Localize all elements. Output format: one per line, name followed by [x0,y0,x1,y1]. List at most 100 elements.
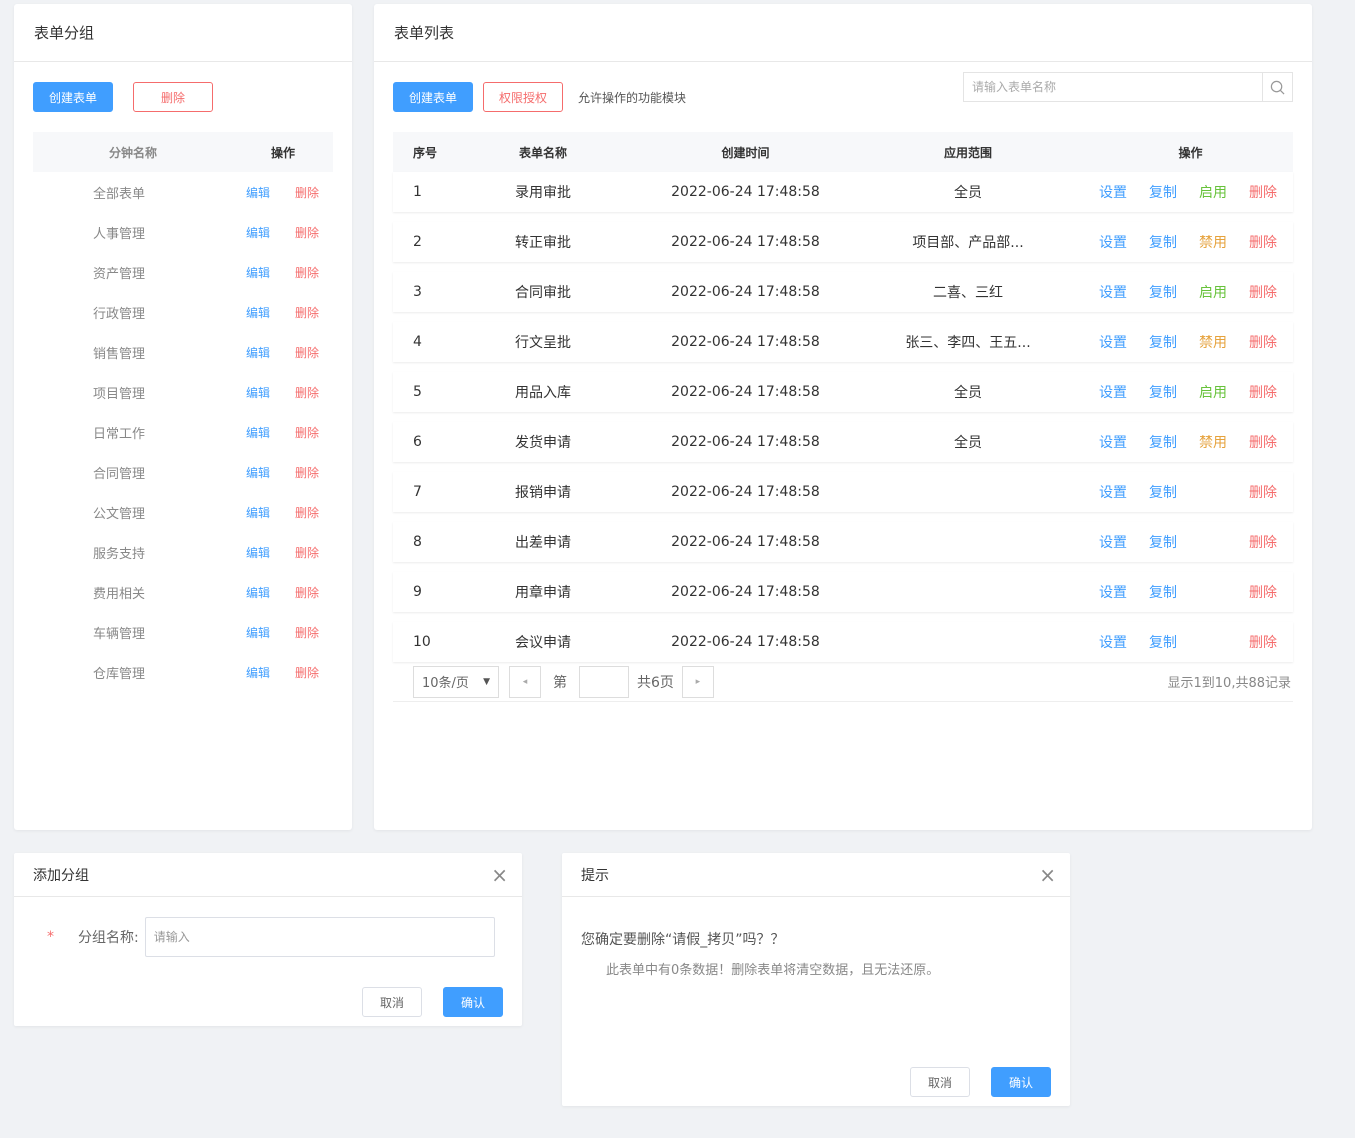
delete-link[interactable]: 删除 [1238,282,1288,302]
group-row[interactable]: 销售管理 编辑 删除 [33,332,333,372]
next-page-button[interactable]: ▸ [681,665,714,698]
toggle-link[interactable] [1188,532,1238,552]
group-ops: 编辑 删除 [233,544,333,561]
edit-link[interactable]: 编辑 [246,624,270,641]
set-link[interactable]: 设置 [1088,532,1138,552]
copy-link[interactable]: 复制 [1138,532,1188,552]
delete-link[interactable]: 删除 [1238,332,1288,352]
group-row[interactable]: 公文管理 编辑 删除 [33,492,333,532]
delete-link[interactable]: 删除 [295,584,319,601]
cancel-button[interactable]: 取消 [910,1067,970,1097]
toggle-link[interactable]: 启用 [1188,182,1238,202]
edit-link[interactable]: 编辑 [246,184,270,201]
delete-link[interactable]: 删除 [295,344,319,361]
delete-link[interactable]: 删除 [1238,632,1288,652]
auth-button[interactable]: 权限授权 [483,82,563,112]
delete-link[interactable]: 删除 [1238,432,1288,452]
page-size-select[interactable]: 10条/页 ▼ [413,665,499,698]
copy-link[interactable]: 复制 [1138,632,1188,652]
copy-link[interactable]: 复制 [1138,332,1188,352]
search-input[interactable] [964,73,1262,101]
edit-link[interactable]: 编辑 [246,424,270,441]
delete-link[interactable]: 删除 [295,384,319,401]
toggle-link[interactable]: 禁用 [1188,332,1238,352]
delete-link[interactable]: 删除 [295,224,319,241]
edit-link[interactable]: 编辑 [246,384,270,401]
delete-group-button[interactable]: 删除 [133,82,213,112]
edit-link[interactable]: 编辑 [246,304,270,321]
delete-link[interactable]: 删除 [295,464,319,481]
edit-link[interactable]: 编辑 [246,664,270,681]
delete-link[interactable]: 删除 [1238,232,1288,252]
group-row[interactable]: 车辆管理 编辑 删除 [33,612,333,652]
delete-link[interactable]: 删除 [295,304,319,321]
delete-link[interactable]: 删除 [295,544,319,561]
group-row[interactable]: 服务支持 编辑 删除 [33,532,333,572]
group-row[interactable]: 项目管理 编辑 删除 [33,372,333,412]
group-name: 费用相关 [93,586,146,602]
edit-link[interactable]: 编辑 [246,344,270,361]
set-link[interactable]: 设置 [1088,182,1138,202]
delete-link[interactable]: 删除 [295,184,319,201]
confirm-button[interactable]: 确认 [991,1067,1051,1097]
copy-link[interactable]: 复制 [1138,432,1188,452]
set-link[interactable]: 设置 [1088,382,1138,402]
copy-link[interactable]: 复制 [1138,282,1188,302]
group-row[interactable]: 人事管理 编辑 删除 [33,212,333,252]
set-link[interactable]: 设置 [1088,632,1138,652]
set-link[interactable]: 设置 [1088,482,1138,502]
group-name-input[interactable] [144,917,495,957]
cancel-button[interactable]: 取消 [362,987,422,1017]
toggle-link[interactable]: 启用 [1188,382,1238,402]
search-button[interactable] [1262,73,1292,101]
delete-link[interactable]: 删除 [295,424,319,441]
page-number-input[interactable] [579,665,629,698]
set-link[interactable]: 设置 [1088,232,1138,252]
toggle-link[interactable] [1188,482,1238,502]
copy-link[interactable]: 复制 [1138,482,1188,502]
set-link[interactable]: 设置 [1088,332,1138,352]
copy-link[interactable]: 复制 [1138,232,1188,252]
group-row[interactable]: 费用相关 编辑 删除 [33,572,333,612]
edit-link[interactable]: 编辑 [246,504,270,521]
create-form-button[interactable]: 创建表单 [33,82,113,112]
delete-link[interactable]: 删除 [1238,582,1288,602]
edit-link[interactable]: 编辑 [246,464,270,481]
group-row[interactable]: 合同管理 编辑 删除 [33,452,333,492]
toggle-link[interactable]: 启用 [1188,282,1238,302]
close-icon[interactable]: × [491,865,508,885]
edit-link[interactable]: 编辑 [246,544,270,561]
confirm-button[interactable]: 确认 [443,987,503,1017]
delete-link[interactable]: 删除 [295,504,319,521]
delete-link[interactable]: 删除 [295,624,319,641]
group-row[interactable]: 行政管理 编辑 删除 [33,292,333,332]
group-row[interactable]: 资产管理 编辑 删除 [33,252,333,292]
delete-link[interactable]: 删除 [1238,382,1288,402]
toggle-link[interactable] [1188,582,1238,602]
group-name-label: 分组名称: [78,930,139,946]
edit-link[interactable]: 编辑 [246,584,270,601]
prev-page-button[interactable]: ◂ [509,665,541,698]
copy-link[interactable]: 复制 [1138,382,1188,402]
group-row[interactable]: 日常工作 编辑 删除 [33,412,333,452]
set-link[interactable]: 设置 [1088,582,1138,602]
delete-link[interactable]: 删除 [295,264,319,281]
close-icon[interactable]: × [1039,865,1056,885]
edit-link[interactable]: 编辑 [246,224,270,241]
edit-link[interactable]: 编辑 [246,264,270,281]
group-row[interactable]: 全部表单 编辑 删除 [33,172,333,212]
create-form-button[interactable]: 创建表单 [393,82,473,112]
set-link[interactable]: 设置 [1088,432,1138,452]
delete-link[interactable]: 删除 [295,664,319,681]
toggle-link[interactable]: 禁用 [1188,232,1238,252]
group-row[interactable]: 仓库管理 编辑 删除 [33,652,333,692]
copy-link[interactable]: 复制 [1138,182,1188,202]
row-scope: 项目部、产品部... [912,235,1024,251]
delete-link[interactable]: 删除 [1238,182,1288,202]
delete-link[interactable]: 删除 [1238,482,1288,502]
set-link[interactable]: 设置 [1088,282,1138,302]
copy-link[interactable]: 复制 [1138,582,1188,602]
delete-link[interactable]: 删除 [1238,532,1288,552]
toggle-link[interactable] [1188,632,1238,652]
toggle-link[interactable]: 禁用 [1188,432,1238,452]
